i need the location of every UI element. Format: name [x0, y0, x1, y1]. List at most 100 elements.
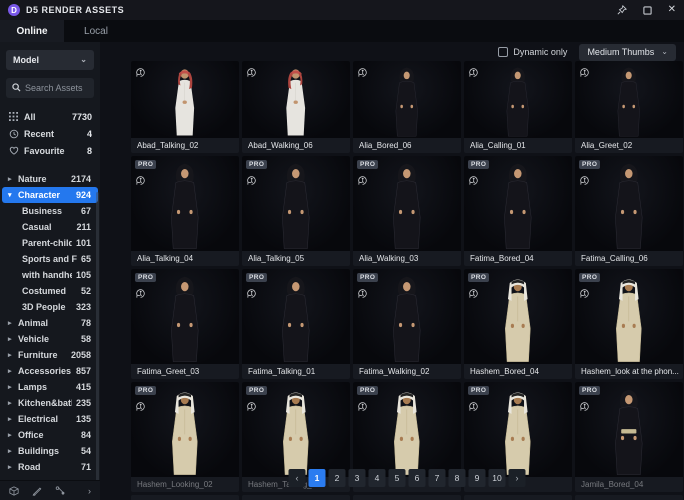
sidebar-item-sports-and-fitn[interactable]: Sports and Fitn...65 [2, 251, 98, 267]
category-count: 71 [77, 462, 91, 472]
sidebar-item-casual[interactable]: Casual211 [2, 219, 98, 235]
d5-assets-window: D D5 RENDER ASSETS ✕ OnlineLocal Model ⌄ [0, 0, 684, 500]
asset-name: Fatima_Greet_03 [131, 364, 239, 379]
asset-card[interactable]: PRO Hashem_look at the phon... [575, 269, 683, 379]
tab-online[interactable]: Online [0, 20, 64, 42]
page-button-3[interactable]: 3 [349, 469, 366, 487]
asset-thumbnail [464, 156, 572, 251]
page-button-10[interactable]: 10 [489, 469, 506, 487]
sidebar-item-parent-child[interactable]: Parent-child101 [2, 235, 98, 251]
animated-asset-icon [579, 286, 590, 297]
character-figure [163, 66, 206, 138]
dynamic-only-checkbox[interactable] [498, 47, 508, 57]
category-label: Vehicle [18, 334, 49, 344]
character-figure [158, 388, 212, 477]
animated-asset-icon [468, 173, 479, 184]
asset-card[interactable] [353, 495, 461, 500]
asset-card[interactable]: PROAlia_Walking_03 [353, 156, 461, 266]
tab-local[interactable]: Local [64, 20, 128, 42]
animated-asset-icon [579, 65, 590, 76]
pro-badge: PRO [579, 273, 600, 282]
sidebar-item-furniture[interactable]: ▸Furniture2058 [2, 347, 98, 363]
sidebar-item-character[interactable]: ▾Character924 [2, 187, 98, 203]
asset-card[interactable] [131, 495, 239, 500]
collapse-sidebar-icon[interactable]: › [88, 486, 91, 496]
animated-asset-icon [357, 65, 368, 76]
sidebar-item-business[interactable]: Business67 [2, 203, 98, 219]
page-button-7[interactable]: 7 [429, 469, 446, 487]
asset-card[interactable]: PROFatima_Greet_03 [131, 269, 239, 379]
asset-thumbnail [131, 61, 239, 138]
sidebar-scrollbar[interactable] [96, 192, 99, 482]
package-icon[interactable] [9, 486, 19, 496]
quick-filter-favourite[interactable]: Favourite8 [0, 142, 100, 159]
asset-card[interactable]: Abad_Walking_06 [242, 61, 350, 153]
sidebar-item-costumed[interactable]: Costumed52 [2, 283, 98, 299]
asset-thumbnail [353, 269, 461, 364]
sidebar-item-kitchen-bathro[interactable]: ▸Kitchen&bathro...235 [2, 395, 98, 411]
sidebar-item-nature[interactable]: ▸Nature2174 [2, 171, 98, 187]
asset-card[interactable]: Alia_Calling_01 [464, 61, 572, 153]
page-button-1[interactable]: 1 [309, 469, 326, 487]
asset-card[interactable]: PROFatima_Calling_06 [575, 156, 683, 266]
asset-name: Hashem_Bored_04 [464, 364, 572, 379]
close-icon[interactable]: ✕ [668, 5, 676, 15]
asset-thumbnail [353, 61, 461, 138]
sidebar-item-lamps[interactable]: ▸Lamps415 [2, 379, 98, 395]
pro-badge: PRO [579, 386, 600, 395]
asset-card[interactable] [464, 495, 572, 500]
character-figure [602, 162, 656, 251]
wrench-icon[interactable] [55, 486, 65, 496]
brush-icon[interactable] [32, 486, 42, 496]
asset-type-dropdown[interactable]: Model ⌄ [6, 50, 94, 70]
character-figure [269, 162, 323, 251]
page-button-8[interactable]: 8 [449, 469, 466, 487]
asset-name: Hashem_look at the phon... [575, 364, 683, 379]
sidebar-item-road[interactable]: ▸Road71 [2, 459, 98, 475]
asset-card[interactable]: Alia_Greet_02 [575, 61, 683, 153]
search-box[interactable] [6, 78, 94, 98]
sidebar-item-3d-people[interactable]: 3D People323 [2, 299, 98, 315]
sidebar-item-electrical[interactable]: ▸Electrical135 [2, 411, 98, 427]
asset-card[interactable]: PROAlia_Talking_05 [242, 156, 350, 266]
sidebar-item-vehicle[interactable]: ▸Vehicle58 [2, 331, 98, 347]
asset-card[interactable]: PROHashem_Looking_02 [131, 382, 239, 492]
asset-card[interactable]: PROAlia_Talking_04 [131, 156, 239, 266]
page-button-5[interactable]: 5 [389, 469, 406, 487]
pin-icon[interactable] [617, 5, 627, 15]
asset-card[interactable]: Alia_Bored_06 [353, 61, 461, 153]
asset-card[interactable]: PROFatima_Walking_02 [353, 269, 461, 379]
chevron-right-icon: ▸ [8, 383, 18, 391]
next-page-button[interactable]: › [509, 469, 526, 487]
quick-filter-recent[interactable]: Recent4 [0, 125, 100, 142]
quick-filter-count: 7730 [72, 112, 92, 122]
category-label: Electrical [18, 414, 58, 424]
sidebar-item-animal[interactable]: ▸Animal78 [2, 315, 98, 331]
asset-card[interactable]: PROFatima_Talking_01 [242, 269, 350, 379]
thumb-size-dropdown[interactable]: Medium Thumbs ⌄ [579, 44, 676, 61]
character-figure [274, 66, 317, 138]
character-figure [380, 275, 434, 364]
category-label: 3D People [22, 302, 66, 312]
sidebar-item-with-handheld-d[interactable]: with handheld d...105 [2, 267, 98, 283]
page-button-9[interactable]: 9 [469, 469, 486, 487]
asset-card[interactable]: PROHashem_Bored_04 [464, 269, 572, 379]
asset-card[interactable] [575, 495, 683, 500]
search-input[interactable] [25, 83, 88, 93]
asset-card[interactable] [242, 495, 350, 500]
asset-card[interactable]: PROJamila_Bored_04 [575, 382, 683, 492]
sidebar-item-buildings[interactable]: ▸Buildings54 [2, 443, 98, 459]
sidebar-item-accessories[interactable]: ▸Accessories857 [2, 363, 98, 379]
asset-name: Fatima_Talking_01 [242, 364, 350, 379]
prev-page-button[interactable]: ‹ [289, 469, 306, 487]
page-button-6[interactable]: 6 [409, 469, 426, 487]
dynamic-only-toggle[interactable]: Dynamic only [498, 47, 567, 57]
quick-filter-all[interactable]: All7730 [0, 108, 100, 125]
asset-thumbnail [242, 495, 350, 500]
maximize-icon[interactable] [643, 6, 652, 15]
page-button-4[interactable]: 4 [369, 469, 386, 487]
sidebar-item-office[interactable]: ▸Office84 [2, 427, 98, 443]
asset-card[interactable]: Abad_Talking_02 [131, 61, 239, 153]
page-button-2[interactable]: 2 [329, 469, 346, 487]
asset-card[interactable]: PROFatima_Bored_04 [464, 156, 572, 266]
